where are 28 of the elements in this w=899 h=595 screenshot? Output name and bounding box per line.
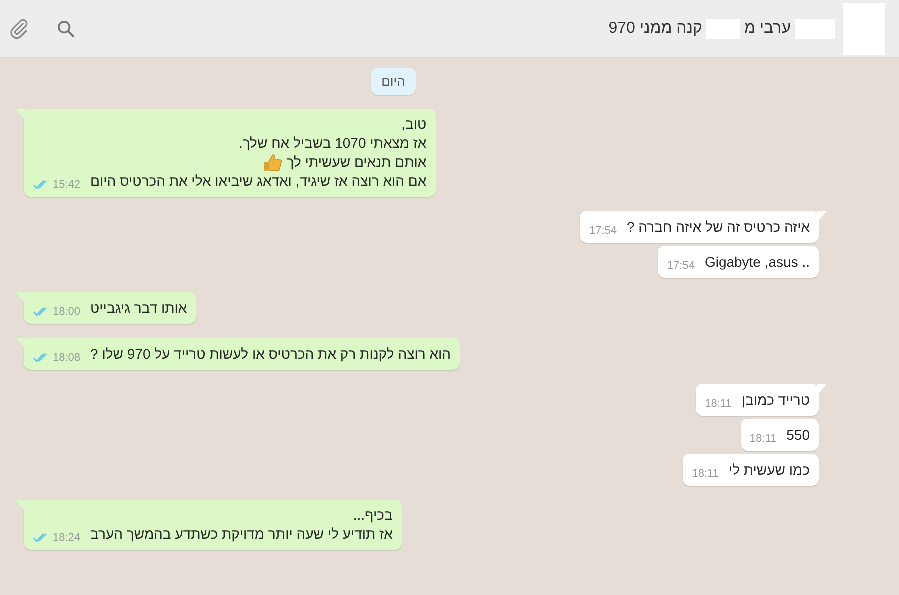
message-text: כמו שעשית לי bbox=[728, 461, 810, 480]
message-time: 17:54 bbox=[667, 260, 695, 272]
message-time: 15:42 bbox=[53, 179, 81, 191]
message-text: בכיף... bbox=[353, 506, 393, 525]
message-time: 18:11 bbox=[705, 398, 732, 410]
thumbs-up-icon bbox=[262, 154, 283, 172]
message-time: 18:24 bbox=[53, 532, 81, 544]
message-text: Gigabyte ,asus .. bbox=[704, 253, 810, 272]
message-text: אם הוא רוצה אז שיגיד, ואדאג שיביאו אלי את הכרטיס היום bbox=[90, 172, 427, 191]
message-time: 18:08 bbox=[53, 352, 81, 364]
message-text: טוב, bbox=[402, 115, 427, 134]
message-time: 18:11 bbox=[750, 433, 777, 445]
paperclip-icon[interactable] bbox=[8, 18, 30, 40]
message-text: 550 bbox=[786, 426, 810, 445]
chat-title: ערבי מ bbox=[744, 20, 791, 38]
message-text: איזה כרטיס זה של איזה חברה ? bbox=[627, 218, 810, 237]
message-time: 18:11 bbox=[692, 468, 719, 480]
message-text: אותו דבר גיגבייט bbox=[90, 299, 188, 318]
message-time: 18:00 bbox=[53, 306, 81, 318]
message-text: אז מצאתי 1070 בשביל אח שלך. bbox=[238, 134, 427, 153]
chat-title: קנה ממני 970 bbox=[608, 20, 702, 38]
message-text: הוא רוצה לקנות רק את הכרטיס או לעשות טרייד על 970 שלו ? bbox=[90, 345, 452, 364]
message-text: אותם תנאים שעשיתי לך bbox=[286, 153, 427, 172]
date-chip: היום bbox=[370, 68, 416, 95]
message-time: 17:54 bbox=[589, 225, 617, 237]
message-text: טרייד כמובן bbox=[742, 391, 810, 410]
search-icon[interactable] bbox=[56, 18, 76, 38]
message-text: אז תודיע לי שעה יותר מדויקת כשתדע בהמשך הערב bbox=[90, 525, 393, 544]
